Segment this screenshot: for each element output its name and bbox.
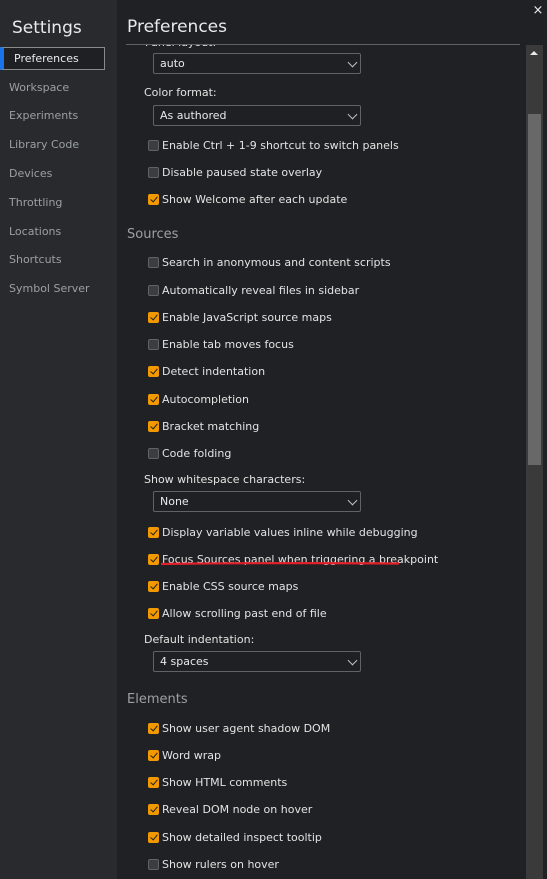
checkbox-disable-paused-overlay[interactable]: Disable paused state overlay	[148, 165, 322, 179]
checkbox-box[interactable]	[148, 447, 159, 459]
checkbox-box[interactable]	[148, 776, 159, 788]
section-title-elements: Elements	[127, 692, 188, 707]
checkbox-label: Enable tab moves focus	[162, 337, 294, 351]
checkbox-box[interactable]	[148, 831, 159, 843]
checkbox-label: Show user agent shadow DOM	[162, 721, 331, 735]
checkbox-box[interactable]	[148, 858, 159, 870]
vertical-scrollbar[interactable]	[526, 45, 543, 879]
checkbox-show-welcome[interactable]: Show Welcome after each update	[148, 192, 347, 206]
checkbox-box[interactable]	[148, 553, 159, 565]
checkbox-js-source-maps[interactable]: Enable JavaScript source maps	[148, 310, 332, 324]
checkbox-box[interactable]	[148, 256, 159, 268]
checkbox-box[interactable]	[148, 284, 159, 296]
checkbox-box[interactable]	[148, 526, 159, 538]
chevron-down-icon	[347, 57, 358, 68]
checkbox-label: Show Welcome after each update	[162, 192, 348, 206]
checkbox-box[interactable]	[148, 139, 159, 151]
sidebar-item-throttling[interactable]: Throttling	[9, 194, 62, 212]
sidebar-item-symbol-server[interactable]: Symbol Server	[9, 280, 90, 298]
checkbox-word-wrap[interactable]: Word wrap	[148, 748, 221, 762]
checkbox-ctrl-shortcut[interactable]: Enable Ctrl + 1-9 shortcut to switch pan…	[148, 138, 399, 152]
checkbox-box[interactable]	[148, 607, 159, 619]
checkbox-box[interactable]	[148, 420, 159, 432]
panel-layout-value: auto	[160, 57, 185, 70]
checkbox-box[interactable]	[148, 311, 159, 323]
checkbox-label: Show rulers on hover	[162, 857, 279, 871]
checkbox-inline-values[interactable]: Display variable values inline while deb…	[148, 525, 418, 539]
chevron-down-icon	[347, 495, 358, 506]
settings-title: Settings	[12, 18, 82, 38]
chevron-down-icon	[347, 109, 358, 120]
checkbox-label: Reveal DOM node on hover	[162, 802, 313, 816]
checkbox-label: Show HTML comments	[162, 775, 288, 789]
panel-layout-select[interactable]: auto	[153, 53, 361, 74]
checkbox-label: Detect indentation	[162, 364, 266, 378]
preferences-content: Panel layout: auto Color format: As auth…	[117, 45, 527, 879]
checkbox-box[interactable]	[148, 166, 159, 178]
sidebar-item-workspace[interactable]: Workspace	[9, 79, 69, 97]
chevron-down-icon	[347, 655, 358, 666]
section-title-sources: Sources	[127, 227, 179, 242]
checkbox-label: Enable JavaScript source maps	[162, 310, 332, 324]
indentation-select[interactable]: 4 spaces	[153, 651, 361, 672]
checkbox-label: Enable CSS source maps	[162, 579, 299, 593]
checkbox-label: Disable paused state overlay	[162, 165, 323, 179]
settings-sidebar: Settings Preferences Workspace Experimen…	[0, 0, 117, 879]
page-title: Preferences	[127, 17, 227, 37]
checkbox-label: Display variable values inline while deb…	[162, 525, 418, 539]
sidebar-item-experiments[interactable]: Experiments	[9, 107, 78, 125]
checkbox-rulers-on-hover[interactable]: Show rulers on hover	[148, 857, 279, 871]
sidebar-item-preferences[interactable]: Preferences	[0, 47, 105, 70]
checkbox-box[interactable]	[148, 193, 159, 205]
checkbox-box[interactable]	[148, 338, 159, 350]
red-underline-annotation	[161, 562, 399, 566]
sidebar-item-library-code[interactable]: Library Code	[9, 136, 79, 154]
checkbox-box[interactable]	[148, 803, 159, 815]
checkbox-label: Autocompletion	[162, 392, 249, 406]
whitespace-value: None	[160, 495, 189, 508]
checkbox-css-source-maps[interactable]: Enable CSS source maps	[148, 579, 298, 593]
color-format-label: Color format:	[144, 86, 217, 99]
checkbox-inspect-tooltip[interactable]: Show detailed inspect tooltip	[148, 830, 322, 844]
scrollbar-thumb[interactable]	[528, 114, 541, 465]
color-format-value: As authored	[160, 109, 227, 122]
sidebar-item-locations[interactable]: Locations	[9, 223, 61, 241]
checkbox-label: Search in anonymous and content scripts	[162, 255, 391, 269]
checkbox-label: Show detailed inspect tooltip	[162, 830, 322, 844]
close-icon[interactable]: ×	[532, 4, 544, 17]
checkbox-html-comments[interactable]: Show HTML comments	[148, 775, 287, 789]
checkbox-bracket-matching[interactable]: Bracket matching	[148, 419, 259, 433]
checkbox-box[interactable]	[148, 580, 159, 592]
checkbox-scroll-past-end[interactable]: Allow scrolling past end of file	[148, 606, 327, 620]
checkbox-label: Bracket matching	[162, 419, 260, 433]
sidebar-item-devices[interactable]: Devices	[9, 165, 52, 183]
checkbox-label: Enable Ctrl + 1-9 shortcut to switch pan…	[162, 138, 399, 152]
sidebar-item-shortcuts[interactable]: Shortcuts	[9, 251, 62, 269]
checkbox-reveal-dom-node[interactable]: Reveal DOM node on hover	[148, 802, 312, 816]
checkbox-search-anonymous[interactable]: Search in anonymous and content scripts	[148, 255, 391, 269]
whitespace-select[interactable]: None	[153, 491, 361, 512]
indentation-value: 4 spaces	[160, 655, 209, 668]
checkbox-detect-indentation[interactable]: Detect indentation	[148, 364, 265, 378]
whitespace-label: Show whitespace characters:	[144, 473, 306, 486]
checkbox-label: Allow scrolling past end of file	[162, 606, 327, 620]
checkbox-box[interactable]	[148, 365, 159, 377]
panel-layout-label: Panel layout:	[145, 45, 216, 49]
color-format-select[interactable]: As authored	[153, 105, 361, 126]
checkbox-label: Automatically reveal files in sidebar	[162, 283, 360, 297]
checkbox-code-folding[interactable]: Code folding	[148, 446, 231, 460]
checkbox-shadow-dom[interactable]: Show user agent shadow DOM	[148, 721, 330, 735]
checkbox-label: Code folding	[162, 446, 232, 460]
checkbox-box[interactable]	[148, 749, 159, 761]
checkbox-box[interactable]	[148, 393, 159, 405]
checkbox-tab-moves-focus[interactable]: Enable tab moves focus	[148, 337, 294, 351]
checkbox-autocompletion[interactable]: Autocompletion	[148, 392, 249, 406]
checkbox-label: Word wrap	[162, 748, 222, 762]
checkbox-reveal-files[interactable]: Automatically reveal files in sidebar	[148, 283, 359, 297]
indentation-label: Default indentation:	[144, 633, 255, 646]
scroll-up-arrow-icon[interactable]	[530, 51, 538, 55]
checkbox-box[interactable]	[148, 722, 159, 734]
